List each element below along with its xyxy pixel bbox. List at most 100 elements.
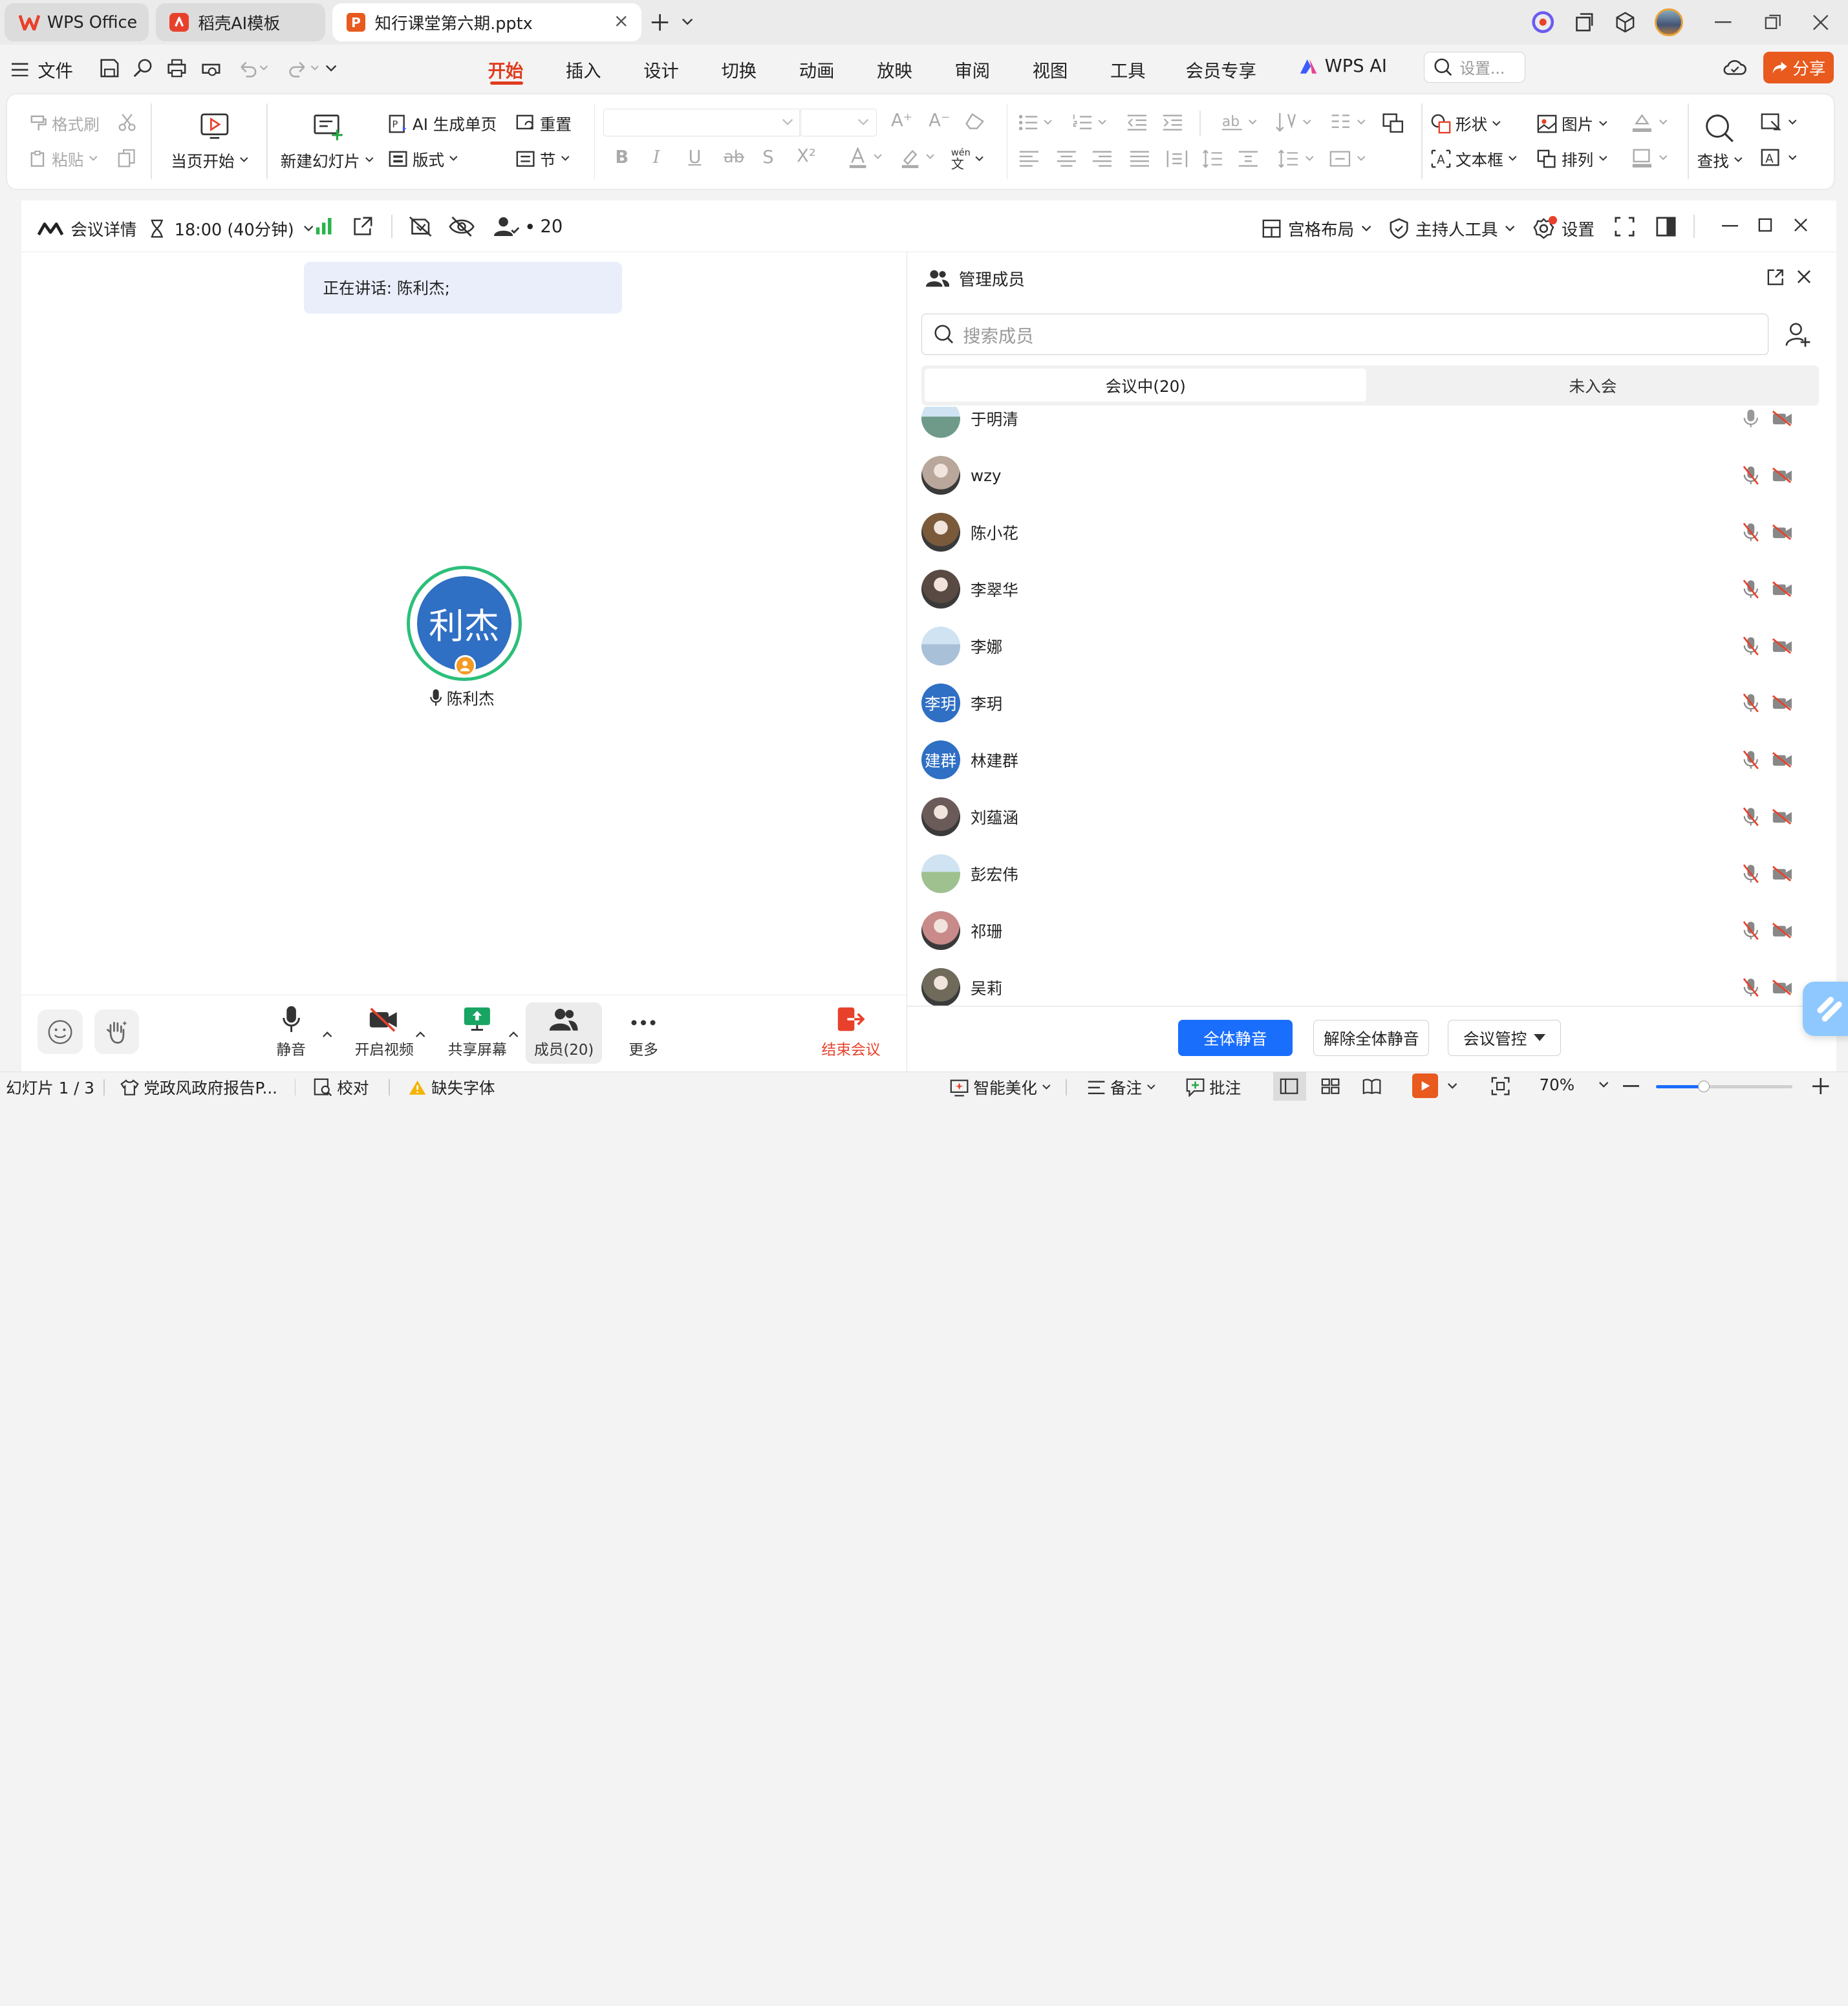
slideshow-play-button[interactable] <box>1412 1073 1438 1098</box>
distribute-icon[interactable] <box>1166 149 1188 168</box>
textbox-button[interactable]: A 文本框 <box>1431 147 1518 171</box>
section-button[interactable]: 节 <box>516 147 570 171</box>
hidden-eye-icon[interactable] <box>449 216 475 237</box>
align-right-icon[interactable] <box>1091 149 1113 168</box>
panel-close-icon[interactable] <box>1797 270 1811 284</box>
restore-icon[interactable] <box>1765 14 1781 31</box>
cloud-sync-icon[interactable] <box>1723 58 1746 76</box>
slideshow-options-chevron-icon[interactable] <box>1447 1083 1457 1090</box>
fit-window-icon[interactable] <box>1491 1077 1510 1095</box>
font-family-select[interactable] <box>603 108 802 137</box>
camera-off-icon[interactable] <box>1772 751 1793 768</box>
camera-off-icon[interactable] <box>1772 923 1793 940</box>
member-row[interactable]: wzy <box>921 447 1817 503</box>
emoji-reaction-button[interactable] <box>38 1009 83 1055</box>
minimize-icon[interactable] <box>1715 21 1732 24</box>
meeting-maximize-icon[interactable] <box>1758 218 1772 232</box>
end-meeting-control[interactable]: 结束会议 <box>815 1002 886 1064</box>
microphone-muted-icon[interactable] <box>1743 921 1759 941</box>
camera-off-icon[interactable] <box>1772 866 1793 883</box>
new-slide-button[interactable]: 新建幻灯片 <box>278 106 380 179</box>
microphone-muted-icon[interactable] <box>1743 978 1759 998</box>
tab-not-joined[interactable]: 未入会 <box>1370 369 1816 402</box>
camera-off-icon[interactable] <box>1772 980 1793 997</box>
members-control[interactable]: 成员(20) <box>525 1002 603 1064</box>
underline-icon[interactable]: U <box>688 147 701 167</box>
menu-design[interactable]: 设计 <box>643 56 679 82</box>
camera-off-icon[interactable] <box>1772 581 1793 598</box>
fill-color-icon[interactable] <box>1631 112 1671 133</box>
picture-button[interactable]: 图片 <box>1537 112 1607 135</box>
microphone-muted-icon[interactable] <box>1743 864 1759 884</box>
meeting-minimize-icon[interactable] <box>1721 225 1739 228</box>
increase-font-icon[interactable]: A⁺ <box>891 111 912 131</box>
share-screen-control[interactable]: 共享屏幕 <box>442 1002 513 1064</box>
reading-view-icon[interactable] <box>1362 1078 1381 1095</box>
window-copy-icon[interactable] <box>1573 12 1595 33</box>
meeting-time-dropdown[interactable]: 18:00 (40分钟) <box>149 217 314 241</box>
member-row[interactable]: 刘蕴涵 <box>921 789 1817 845</box>
menu-slideshow[interactable]: 放映 <box>877 56 912 82</box>
missing-font-button[interactable]: 缺失字体 <box>408 1075 495 1099</box>
menu-tools[interactable]: 工具 <box>1110 56 1146 82</box>
microphone-muted-icon[interactable] <box>1743 466 1759 486</box>
increase-indent-icon[interactable] <box>1162 113 1183 132</box>
mute-options-chevron-icon[interactable] <box>322 1031 332 1038</box>
raise-hand-button[interactable] <box>94 1009 140 1055</box>
camera-off-icon[interactable] <box>1772 467 1793 484</box>
meeting-control-dropdown[interactable]: 会议管控 <box>1448 1019 1562 1057</box>
italic-icon[interactable]: I <box>653 147 660 167</box>
member-row[interactable]: 吴莉 <box>921 960 1817 1006</box>
participant-count[interactable]: • 20 <box>493 216 563 238</box>
microphone-muted-icon[interactable] <box>1743 636 1759 656</box>
unmute-all-button[interactable]: 解除全体静音 <box>1313 1019 1430 1057</box>
menu-insert[interactable]: 插入 <box>566 56 601 82</box>
align-left-icon[interactable] <box>1018 149 1040 168</box>
bullet-list-icon[interactable] <box>1018 113 1054 132</box>
text-box-align-icon[interactable] <box>1329 149 1367 168</box>
outline-color-icon[interactable] <box>1631 147 1671 169</box>
zoom-level-dropdown[interactable]: 70% <box>1539 1075 1609 1094</box>
video-options-chevron-icon[interactable] <box>415 1031 425 1038</box>
host-tools-button[interactable]: 主持人工具 <box>1390 217 1516 241</box>
side-panel-toggle-icon[interactable] <box>1656 217 1676 237</box>
file-menu[interactable]: 文件 <box>12 56 73 82</box>
cut-icon[interactable] <box>118 113 136 132</box>
member-row[interactable]: 李娜 <box>921 618 1817 674</box>
copy-icon[interactable] <box>118 149 136 167</box>
find-button[interactable]: 查找 <box>1692 106 1748 179</box>
member-row[interactable]: 于明清 <box>921 406 1817 447</box>
zoom-slider-thumb[interactable] <box>1697 1080 1710 1092</box>
microphone-muted-icon[interactable] <box>1743 807 1759 827</box>
arrange-button[interactable]: 排列 <box>1537 147 1607 171</box>
decrease-indent-icon[interactable] <box>1126 113 1148 132</box>
zoom-slider[interactable] <box>1655 1080 1793 1092</box>
tab-pptx-file[interactable]: P 知行课堂第六期.pptx <box>332 3 641 41</box>
camera-off-icon[interactable] <box>1772 410 1793 427</box>
strikethrough-icon[interactable]: ab <box>724 147 744 167</box>
print-preview-icon[interactable] <box>200 58 222 79</box>
shadow-text-icon[interactable]: S <box>762 147 773 167</box>
wps-ai-menu[interactable]: WPS AI <box>1299 56 1387 76</box>
sorter-view-icon[interactable] <box>1321 1078 1340 1095</box>
camera-off-icon[interactable] <box>1772 638 1793 654</box>
pop-out-icon[interactable] <box>352 217 372 237</box>
zoom-in-icon[interactable] <box>1812 1077 1829 1095</box>
member-row[interactable]: 彭宏伟 <box>921 846 1817 902</box>
convert-smartart-icon[interactable] <box>1381 112 1404 133</box>
highlight-icon[interactable] <box>901 147 936 169</box>
microphone-icon[interactable] <box>1743 409 1759 429</box>
panel-popout-icon[interactable] <box>1767 269 1784 286</box>
smart-beautify-button[interactable]: 智能美化 <box>950 1075 1051 1099</box>
menu-search-box[interactable]: 设置... <box>1423 52 1525 83</box>
char-spacing-icon[interactable]: ab <box>1221 112 1258 133</box>
video-control[interactable]: 开启视频 <box>349 1002 420 1064</box>
member-row[interactable]: 李玥 李玥 <box>921 674 1817 731</box>
microphone-muted-icon[interactable] <box>1743 693 1759 713</box>
member-row[interactable]: 李翠华 <box>921 561 1817 617</box>
cube-icon[interactable] <box>1615 12 1636 33</box>
microphone-muted-icon[interactable] <box>1743 750 1759 770</box>
font-size-select[interactable] <box>799 108 877 137</box>
replace-font-icon[interactable]: A <box>1761 147 1801 169</box>
mute-control[interactable]: 静音 <box>256 1002 327 1064</box>
